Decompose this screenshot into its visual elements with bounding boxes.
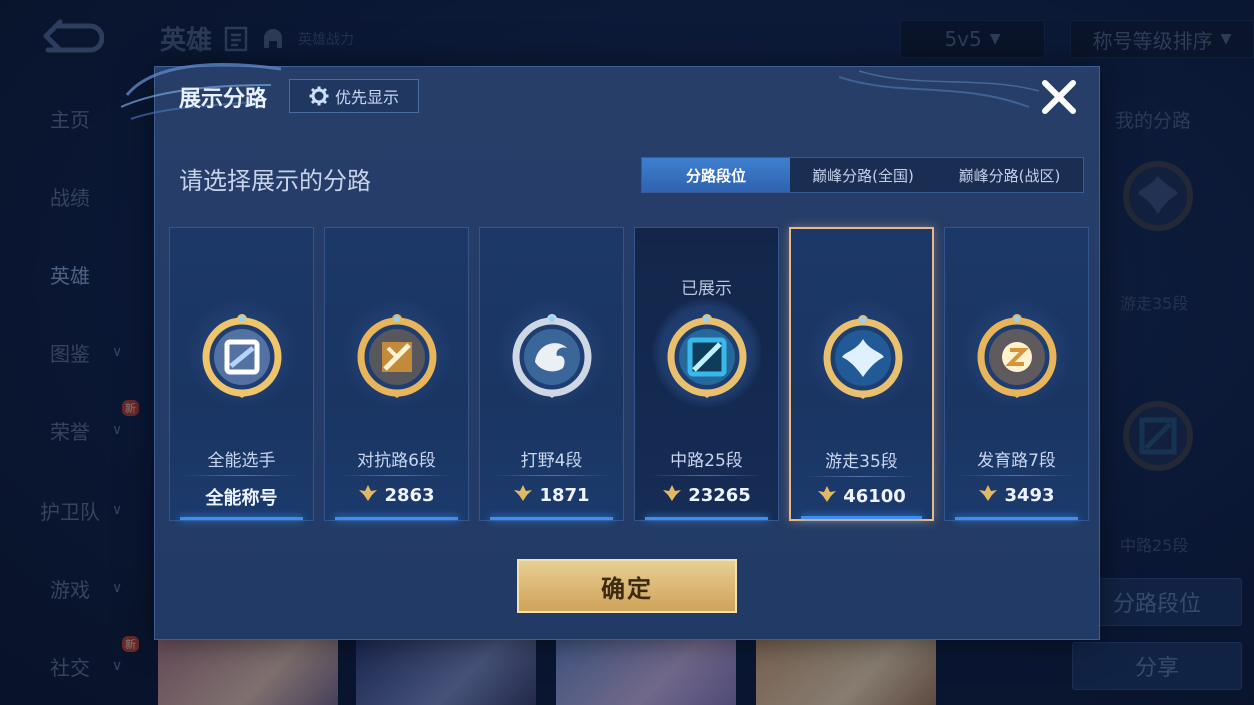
- lane-card[interactable]: 对抗路6段 2863: [324, 227, 469, 521]
- divider: [184, 475, 299, 476]
- card-bottom-glow: [955, 517, 1078, 520]
- modal-title: 展示分路: [179, 87, 268, 112]
- lane-name: 全能选手: [207, 451, 276, 471]
- cloud-ornament-icon: [839, 70, 1039, 108]
- select-lane-prompt: 请选择展示的分路: [179, 167, 371, 195]
- card-bottom-glow: [490, 517, 613, 520]
- divider: [494, 475, 609, 476]
- lane-score: 2863: [325, 484, 468, 507]
- close-icon[interactable]: [1039, 77, 1079, 117]
- lane-score: 1871: [480, 484, 623, 507]
- lane-score-value: 全能称号: [205, 488, 278, 509]
- lane-score: 3493: [945, 484, 1088, 507]
- lane-name: 发育路7段: [977, 451, 1056, 471]
- divider: [649, 475, 764, 476]
- power-emblem-icon: [978, 484, 998, 507]
- power-emblem-icon: [662, 484, 682, 507]
- lane-card[interactable]: 打野4段 1871: [479, 227, 624, 521]
- lane-score-value: 3493: [1004, 485, 1055, 506]
- lane-card-list: 全能选手 全能称号 对抗路6段 2863 打野4段 1871 已展示 中路25段 23265 游走…: [169, 227, 1089, 521]
- card-bottom-glow: [180, 517, 303, 520]
- lane-name: 游走35段: [825, 452, 898, 472]
- divider: [805, 476, 918, 477]
- tab-peak-lane-region[interactable]: 巅峰分路(战区): [936, 158, 1083, 192]
- tab-lane-rank[interactable]: 分路段位: [642, 158, 790, 192]
- jungle-medal-icon: [505, 310, 599, 404]
- roam-medal-icon: [816, 311, 910, 405]
- lane-score: 23265: [635, 484, 778, 507]
- lane-name: 中路25段: [670, 451, 743, 471]
- card-bottom-glow: [645, 517, 768, 520]
- lane-card[interactable]: 发育路7段 3493: [944, 227, 1089, 521]
- lane-tab-bar: 分路段位 巅峰分路(全国) 巅峰分路(战区): [641, 157, 1084, 193]
- divider: [959, 475, 1074, 476]
- power-emblem-icon: [358, 484, 378, 507]
- lane-card[interactable]: 已展示中路25段 23265: [634, 227, 779, 521]
- lane-score: 46100: [791, 485, 932, 508]
- lane-score-value: 2863: [384, 485, 435, 506]
- priority-display-label: 优先显示: [334, 88, 399, 107]
- mid-lane-medal-icon: [660, 310, 754, 404]
- divider: [339, 475, 454, 476]
- power-emblem-icon: [817, 485, 837, 508]
- shown-label: 已展示: [681, 279, 732, 299]
- priority-display-button[interactable]: 优先显示: [289, 79, 419, 113]
- card-bottom-glow: [335, 517, 458, 520]
- gear-icon: [309, 86, 329, 106]
- lane-score-value: 1871: [539, 485, 590, 506]
- lane-score-value: 46100: [843, 486, 906, 507]
- power-emblem-icon: [513, 484, 533, 507]
- lane-score-value: 23265: [688, 485, 751, 506]
- confirm-button[interactable]: 确定: [517, 559, 737, 613]
- lane-name: 打野4段: [520, 451, 583, 471]
- all-round-medal-icon: [195, 310, 289, 404]
- lane-card[interactable]: 全能选手 全能称号: [169, 227, 314, 521]
- farm-lane-medal-icon: [970, 310, 1064, 404]
- lane-display-modal: 展示分路 优先显示 请选择展示的分路 分路段位 巅峰分路(全国) 巅峰分路(战区…: [121, 63, 1100, 640]
- lane-score: 全能称号: [170, 484, 313, 510]
- tab-peak-lane-national[interactable]: 巅峰分路(全国): [790, 158, 936, 192]
- lane-name: 对抗路6段: [357, 451, 436, 471]
- clash-lane-medal-icon: [350, 310, 444, 404]
- lane-card[interactable]: 游走35段 46100: [789, 227, 934, 521]
- card-bottom-glow: [801, 516, 922, 519]
